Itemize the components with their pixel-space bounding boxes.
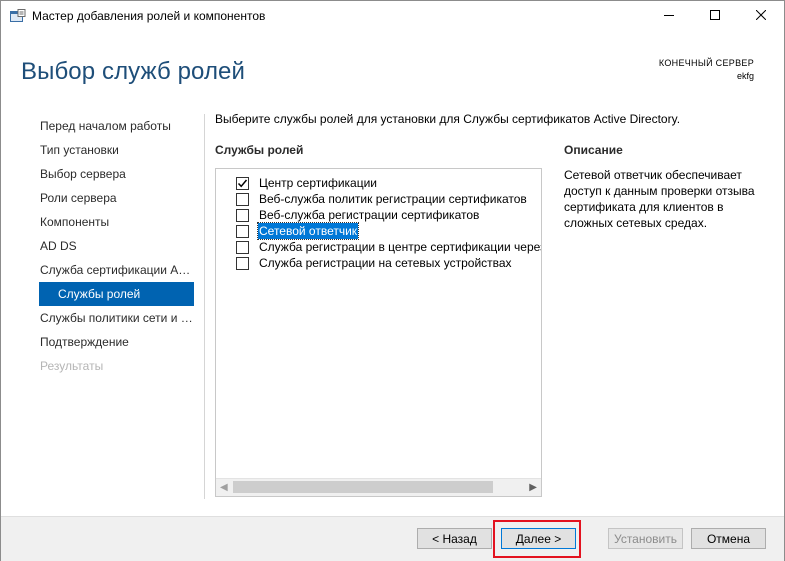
minimize-icon bbox=[664, 7, 674, 25]
app-icon bbox=[10, 9, 26, 23]
install-button: Установить bbox=[608, 528, 683, 549]
horizontal-scrollbar[interactable]: ◀ ▶ bbox=[216, 478, 541, 496]
destination-server-name: ekfg bbox=[736, 71, 754, 81]
wizard-window: Мастер добавления ролей и компонентов Вы… bbox=[0, 0, 785, 561]
nav-item-before-you-begin[interactable]: Перед началом работы bbox=[39, 114, 194, 138]
minimize-button[interactable] bbox=[646, 1, 692, 31]
nav-item-features[interactable]: Компоненты bbox=[39, 210, 194, 234]
role-services-list[interactable]: Центр сертификации Веб-служба политик ре… bbox=[215, 168, 542, 497]
nav-item-role-services[interactable]: Службы ролей bbox=[39, 282, 194, 306]
description-heading: Описание bbox=[564, 143, 623, 157]
role-services-heading: Службы ролей bbox=[215, 143, 304, 157]
list-item-label: Веб-служба политик регистрации сертифика… bbox=[259, 192, 527, 206]
cancel-button[interactable]: Отмена bbox=[691, 528, 766, 549]
nav-item-confirmation[interactable]: Подтверждение bbox=[39, 330, 194, 354]
nav-item-server-selection[interactable]: Выбор сервера bbox=[39, 162, 194, 186]
close-icon bbox=[755, 7, 767, 25]
destination-server-label: КОНЕЧНЫЙ СЕРВЕР bbox=[658, 58, 754, 68]
wizard-nav: Перед началом работы Тип установки Выбор… bbox=[39, 114, 194, 378]
scroll-right-icon[interactable]: ▶ bbox=[529, 482, 537, 493]
scroll-left-icon[interactable]: ◀ bbox=[220, 482, 228, 493]
checkbox-checked[interactable] bbox=[236, 177, 249, 190]
page-title: Выбор служб ролей bbox=[21, 58, 246, 85]
list-item-label: Центр сертификации bbox=[259, 176, 378, 190]
next-button-highlight bbox=[493, 520, 581, 558]
description-text: Сетевой ответчик обеспечивает доступ к д… bbox=[564, 168, 755, 230]
nav-item-installation-type[interactable]: Тип установки bbox=[39, 138, 194, 162]
checkbox[interactable] bbox=[236, 209, 249, 222]
list-item-label: Веб-служба регистрации сертификатов bbox=[259, 208, 480, 222]
nav-item-results: Результаты bbox=[40, 359, 104, 373]
checkbox[interactable] bbox=[236, 225, 249, 238]
instruction-text: Выберите службы ролей для установки для … bbox=[215, 112, 681, 126]
close-button[interactable] bbox=[738, 1, 784, 31]
title-bar[interactable]: Мастер добавления ролей и компонентов bbox=[1, 1, 784, 31]
nav-item-ad-cs[interactable]: Служба сертификации Active Directory bbox=[39, 258, 194, 282]
checkbox[interactable] bbox=[236, 241, 249, 254]
nav-item-server-roles[interactable]: Роли сервера bbox=[39, 186, 194, 210]
checkbox[interactable] bbox=[236, 257, 249, 270]
window-title: Мастер добавления ролей и компонентов bbox=[32, 9, 266, 23]
nav-item-ad-ds[interactable]: AD DS bbox=[39, 234, 194, 258]
checkbox[interactable] bbox=[236, 193, 249, 206]
list-item-label: Служба регистрации в центре сертификации… bbox=[259, 240, 541, 254]
button-bar: < Назад Далее > Установить Отмена bbox=[1, 516, 784, 561]
maximize-button[interactable] bbox=[692, 1, 738, 31]
list-item-label: Служба регистрации на сетевых устройства… bbox=[259, 256, 512, 270]
scrollbar-thumb[interactable] bbox=[233, 481, 493, 493]
list-item-label-selected: Сетевой ответчик bbox=[256, 222, 360, 240]
nav-divider bbox=[204, 114, 205, 499]
maximize-icon bbox=[710, 7, 720, 25]
back-button[interactable]: < Назад bbox=[417, 528, 492, 549]
nav-item-npas[interactable]: Службы политики сети и доступа bbox=[39, 306, 194, 330]
